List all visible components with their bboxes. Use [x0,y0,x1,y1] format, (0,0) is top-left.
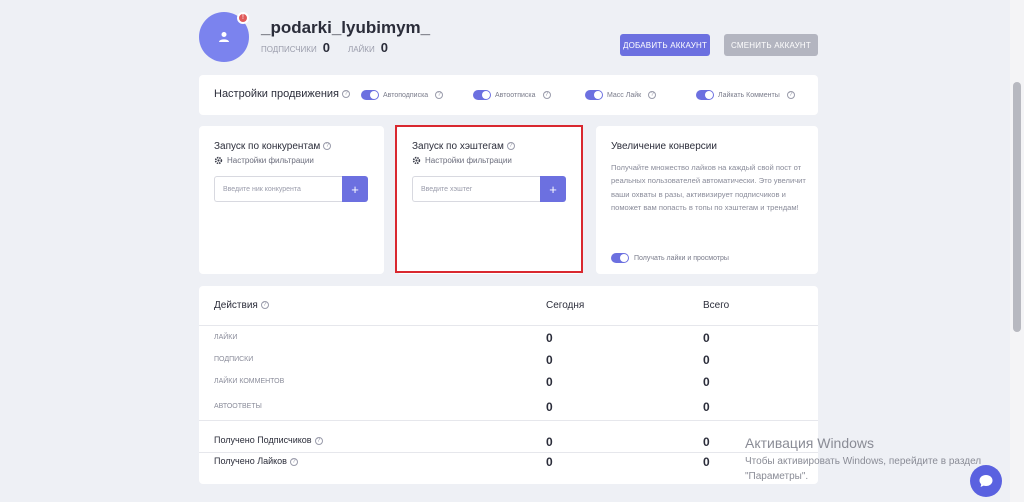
info-icon[interactable]: ? [323,142,332,151]
toggle-get-likes-views[interactable]: Получать лайки и просмотры [611,253,729,263]
likes-label: лайки [347,45,375,54]
row-comment-likes-label: ЛАЙКИ КОММЕНТОВ [214,378,285,385]
column-total: Всего [703,300,730,311]
add-competitor-button[interactable]: + [342,176,368,202]
row-autoreplies-total: 0 [703,400,710,414]
toggle-autofollow[interactable]: Автоподписка ? [361,90,444,100]
filter-label: Настройки фильтрации [227,156,314,165]
actions-title-label: Действия [214,300,258,311]
toggle-like-comments[interactable]: Лайкать Комменты ? [696,90,795,100]
received-followers-total: 0 [703,435,710,449]
received-likes-today: 0 [546,455,553,469]
competitors-input-group: + [214,176,368,202]
info-icon[interactable]: ? [260,301,269,310]
row-autoreplies-label: АВТООТВЕТЫ [214,403,262,410]
toggle-switch[interactable] [611,253,629,263]
windows-activation-title: Активация Windows [745,435,875,451]
row-divider [199,452,818,453]
username: _podarki_lyubimym_ [261,18,431,37]
received-followers-text: Получено Подписчиков [214,435,312,445]
row-likes-label: ЛАЙКИ [214,334,238,341]
profile-header: ! _podarki_lyubimym_ подписчики 0 лайки … [199,12,819,74]
chat-icon [979,475,993,487]
plus-icon: + [351,181,359,197]
info-icon[interactable]: ? [542,91,551,99]
row-follows-label: ПОДПИСКИ [214,356,254,363]
row-likes-total: 0 [703,331,710,345]
toggle-mass-like[interactable]: Масс Лайк ? [585,90,657,100]
info-icon[interactable]: ? [648,91,657,99]
info-icon[interactable]: ? [314,436,323,445]
conversion-description: Получайте множество лайков на каждый сво… [611,163,806,213]
received-likes-label: Получено Лайков? [214,456,298,466]
highlight-frame [395,125,583,273]
received-followers-label: Получено Подписчиков? [214,435,323,445]
info-icon[interactable]: ? [786,91,795,99]
followers-value: 0 [322,40,330,55]
profile-stats: подписчики 0 лайки 0 [261,40,400,55]
toggle-switch[interactable] [473,90,491,100]
received-likes-total: 0 [703,455,710,469]
toggle-label: Масс Лайк [607,91,642,99]
actions-card: Действия? Сегодня Всего ЛАЙКИ 0 0 ПОДПИС… [199,286,818,484]
toggle-switch[interactable] [361,90,379,100]
notification-badge: ! [237,12,249,24]
toggle-switch[interactable] [696,90,714,100]
windows-activation-text: Чтобы активировать Windows, перейдите в … [745,456,982,482]
header-divider [199,325,818,326]
scrollbar-track[interactable] [1010,0,1024,502]
chat-button[interactable] [970,465,1002,497]
promotion-settings-title: Настройки продвижения? [214,88,351,100]
row-follows-today: 0 [546,353,553,367]
competitors-filter-link[interactable]: Настройки фильтрации [214,156,314,165]
add-account-button[interactable]: ДОБАВИТЬ АККАУНТ [620,34,710,56]
followers-label: подписчики [261,45,317,54]
info-icon[interactable]: ? [342,90,351,99]
column-today: Сегодня [546,300,585,311]
likes-value: 0 [380,40,388,55]
scrollbar-thumb[interactable] [1013,82,1021,332]
row-autoreplies-today: 0 [546,400,553,414]
competitors-title: Запуск по конкурентам? [214,141,332,152]
info-icon[interactable]: ? [435,91,444,99]
competitor-nick-input[interactable] [214,176,342,202]
toggle-autounfollow[interactable]: Автоотписка ? [473,90,551,100]
info-icon[interactable]: ? [289,457,298,466]
received-likes-text: Получено Лайков [214,456,287,466]
conversion-title: Увеличение конверсии [611,141,717,152]
conversion-card: Увеличение конверсии Получайте множество… [596,126,818,274]
section-divider [199,420,818,421]
toggle-switch[interactable] [585,90,603,100]
row-follows-total: 0 [703,353,710,367]
actions-title: Действия? [214,300,269,311]
row-likes-today: 0 [546,331,553,345]
competitors-card: Запуск по конкурентам? Настройки фильтра… [199,126,384,274]
toggle-label: Лайкать Комменты [718,91,780,99]
switch-account-button[interactable]: СМЕНИТЬ АККАУНТ [724,34,818,56]
toggle-label: Получать лайки и просмотры [634,254,729,262]
promotion-settings-label: Настройки продвижения [214,88,340,100]
competitors-title-label: Запуск по конкурентам [214,141,321,152]
received-followers-today: 0 [546,435,553,449]
user-icon [219,32,229,42]
row-comment-likes-today: 0 [546,375,553,389]
toggle-label: Автоподписка [383,91,429,99]
toggle-label: Автоотписка [495,91,536,99]
promotion-settings-card: Настройки продвижения? Автоподписка ? Ав… [199,75,818,115]
row-comment-likes-total: 0 [703,375,710,389]
gear-icon [214,156,223,165]
